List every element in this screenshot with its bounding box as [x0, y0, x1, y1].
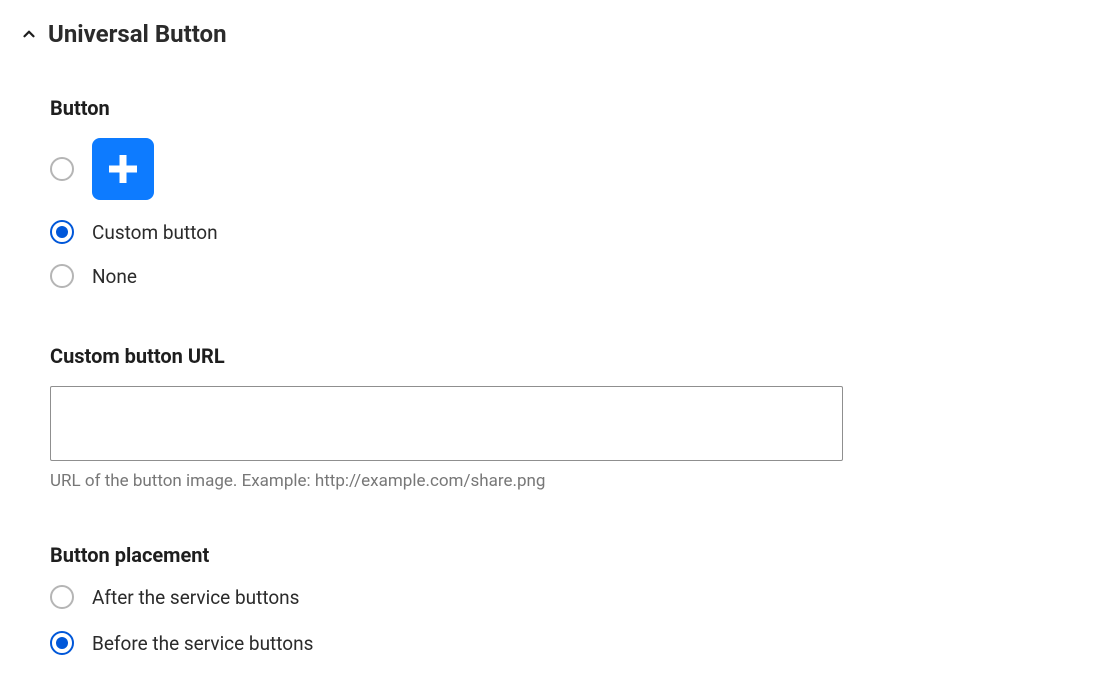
- radio-indicator: [50, 585, 74, 609]
- plus-icon: [92, 138, 154, 200]
- radio-label: None: [92, 265, 137, 288]
- placement-option-before[interactable]: Before the service buttons: [50, 631, 1102, 655]
- chevron-up-icon: [18, 23, 40, 45]
- radio-label: Before the service buttons: [92, 632, 313, 655]
- placement-option-after[interactable]: After the service buttons: [50, 585, 1102, 609]
- radio-label: After the service buttons: [92, 586, 299, 609]
- radio-indicator: [50, 220, 74, 244]
- custom-url-help-text: URL of the button image. Example: http:/…: [50, 471, 1102, 491]
- button-option-plus[interactable]: [50, 138, 1102, 200]
- button-radio-group: Custom button None: [50, 138, 1102, 288]
- radio-label: Custom button: [92, 221, 218, 244]
- section-header-universal-button[interactable]: Universal Button: [18, 20, 1102, 48]
- radio-indicator: [50, 264, 74, 288]
- radio-indicator: [50, 157, 74, 181]
- placement-field-label: Button placement: [50, 543, 1102, 567]
- button-option-custom[interactable]: Custom button: [50, 220, 1102, 244]
- radio-indicator: [50, 631, 74, 655]
- button-field-label: Button: [50, 96, 1102, 120]
- custom-url-input[interactable]: [50, 386, 843, 461]
- section-title: Universal Button: [48, 20, 227, 48]
- custom-url-label: Custom button URL: [50, 344, 1102, 368]
- placement-radio-group: After the service buttons Before the ser…: [50, 585, 1102, 655]
- button-option-none[interactable]: None: [50, 264, 1102, 288]
